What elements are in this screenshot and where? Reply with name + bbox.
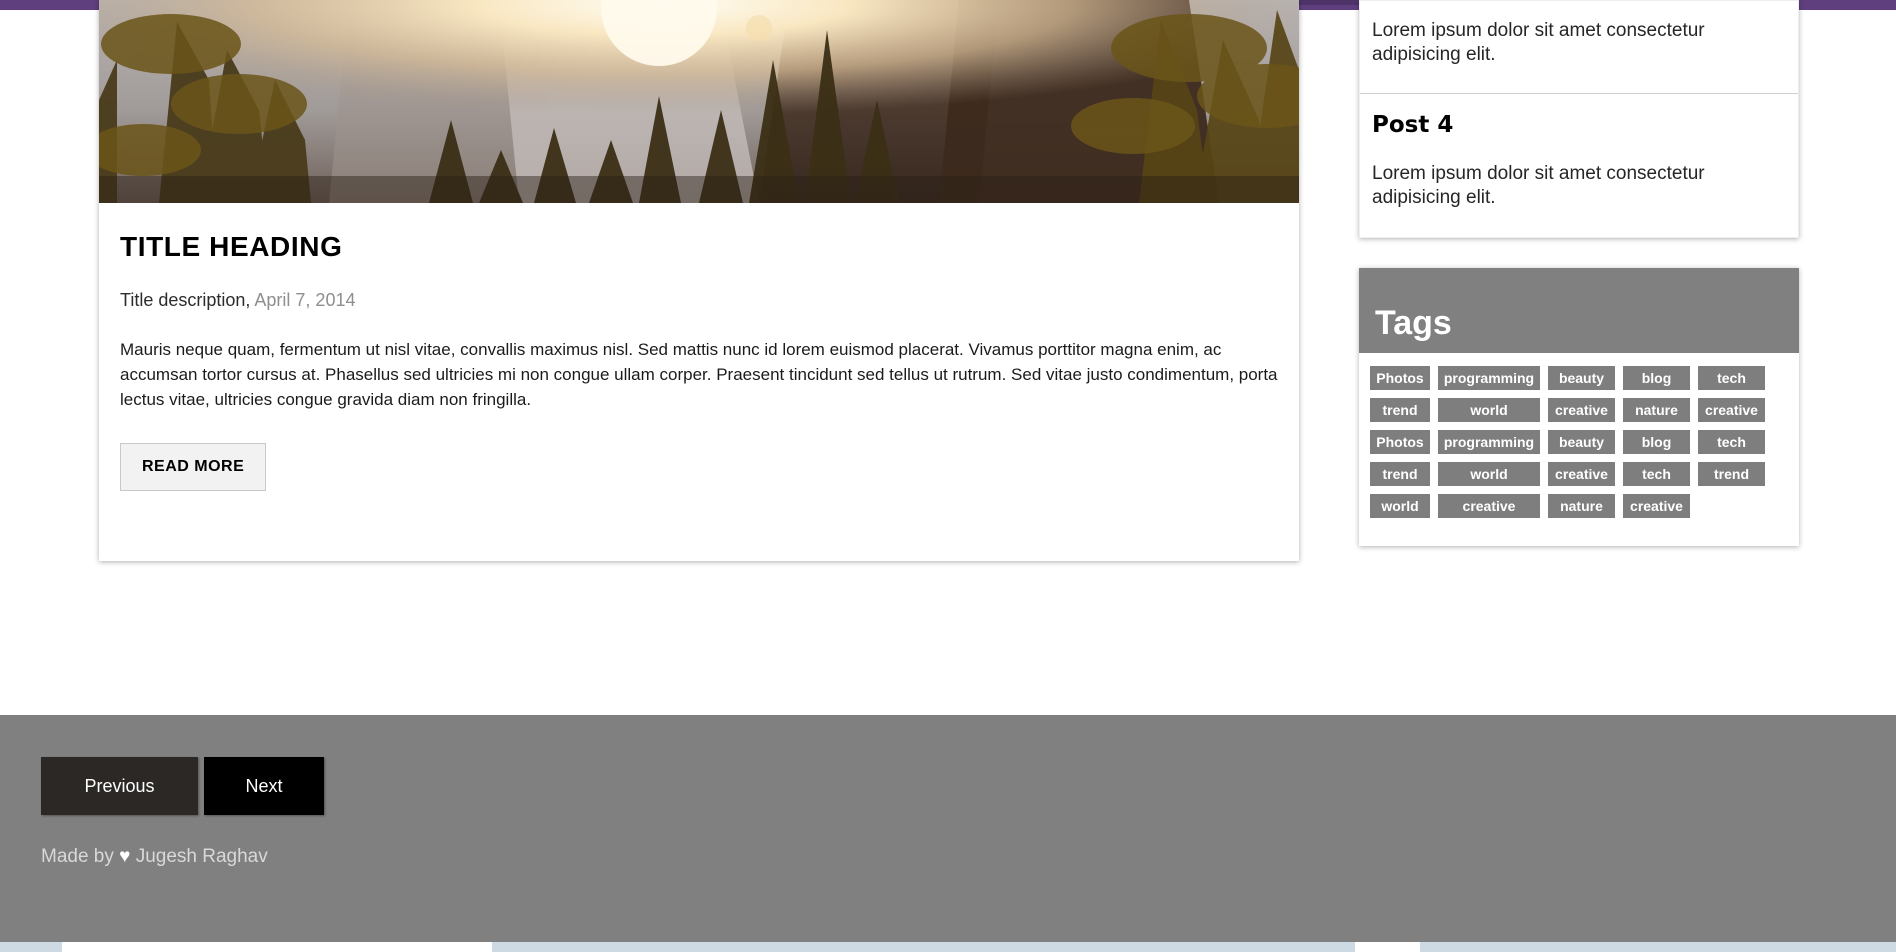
tag-chip[interactable]: world <box>1438 397 1540 422</box>
pagination: Previous Next <box>41 757 324 815</box>
tag-row: Photos programming beauty blog tech <box>1370 429 1789 454</box>
read-more-button[interactable]: READ MORE <box>120 443 267 492</box>
tag-chip[interactable]: trend <box>1698 461 1765 486</box>
credit-prefix: Made by <box>41 846 114 867</box>
tag-chip[interactable]: creative <box>1623 493 1690 518</box>
tags-title: Tags <box>1375 303 1452 342</box>
tag-chip[interactable]: creative <box>1548 461 1615 486</box>
tag-chip[interactable]: tech <box>1698 429 1765 454</box>
tags-card: Tags Photos programming beauty blog tech… <box>1359 267 1799 546</box>
next-button[interactable]: Next <box>204 757 324 815</box>
tags-card-header: Tags <box>1359 267 1799 353</box>
sidebar: Lorem ipsum dolor sit amet consectetur a… <box>1359 0 1799 546</box>
footer-credit: Made by ♥ Jugesh Raghav <box>41 846 268 868</box>
post-excerpt: Lorem ipsum dolor sit amet consectetur a… <box>1372 163 1705 209</box>
tags-list: Photos programming beauty blog tech tren… <box>1359 352 1799 546</box>
credit-author: Jugesh Raghav <box>135 846 268 867</box>
article-hero-image <box>99 0 1299 203</box>
tag-row: trend world creative nature creative <box>1370 397 1789 422</box>
post-excerpt: Lorem ipsum dolor sit amet consectetur a… <box>1372 20 1705 66</box>
tag-chip[interactable]: nature <box>1623 397 1690 422</box>
tag-chip[interactable]: beauty <box>1548 365 1615 390</box>
tag-chip[interactable]: creative <box>1698 397 1765 422</box>
tag-chip[interactable]: world <box>1438 461 1540 486</box>
tag-chip[interactable]: programming <box>1438 429 1540 454</box>
heart-icon: ♥ <box>119 846 131 867</box>
recent-posts-card: Lorem ipsum dolor sit amet consectetur a… <box>1359 0 1799 238</box>
hero-photo-illustration <box>99 0 1299 203</box>
tag-chip[interactable]: blog <box>1623 429 1690 454</box>
tag-chip[interactable]: nature <box>1548 493 1615 518</box>
tag-chip[interactable]: world <box>1370 493 1430 518</box>
tag-row: world creative nature creative <box>1370 493 1789 518</box>
article-body: TITLE HEADING Title description, April 7… <box>99 203 1299 561</box>
previous-button[interactable]: Previous <box>41 757 198 815</box>
tag-chip[interactable]: creative <box>1548 397 1615 422</box>
tag-row: trend world creative tech trend <box>1370 461 1789 486</box>
article-card: TITLE HEADING Title description, April 7… <box>99 0 1299 562</box>
tag-chip[interactable]: creative <box>1438 493 1540 518</box>
article-meta: Title description, April 7, 2014 <box>120 290 1278 311</box>
taskbar-window-segment[interactable] <box>1355 942 1420 952</box>
article-paragraph: Mauris neque quam, fermentum ut nisl vit… <box>120 340 1278 410</box>
page-footer: Previous Next Made by ♥ Jugesh Raghav <box>0 715 1896 952</box>
article-title: TITLE HEADING <box>120 231 343 262</box>
tag-chip[interactable]: programming <box>1438 365 1540 390</box>
tag-chip[interactable]: trend <box>1370 461 1430 486</box>
tag-chip[interactable]: Photos <box>1370 429 1430 454</box>
tag-chip[interactable]: Photos <box>1370 365 1430 390</box>
taskbar-window-segment[interactable] <box>62 942 492 952</box>
list-item[interactable]: Lorem ipsum dolor sit amet consectetur a… <box>1360 1 1798 93</box>
list-item[interactable]: Post 4 Lorem ipsum dolor sit amet consec… <box>1360 93 1798 236</box>
tag-row: Photos programming beauty blog tech <box>1370 365 1789 390</box>
article-date: April 7, 2014 <box>254 290 356 310</box>
tag-chip[interactable]: trend <box>1370 397 1430 422</box>
tag-chip[interactable]: tech <box>1623 461 1690 486</box>
os-taskbar-sliver[interactable] <box>0 942 1896 952</box>
page-canvas: TITLE HEADING Title description, April 7… <box>0 0 1896 952</box>
tag-chip[interactable]: tech <box>1698 365 1765 390</box>
post-title: Post 4 <box>1372 112 1454 139</box>
tag-chip[interactable]: beauty <box>1548 429 1615 454</box>
tag-chip[interactable]: blog <box>1623 365 1690 390</box>
article-description-label: Title description, <box>120 290 251 310</box>
